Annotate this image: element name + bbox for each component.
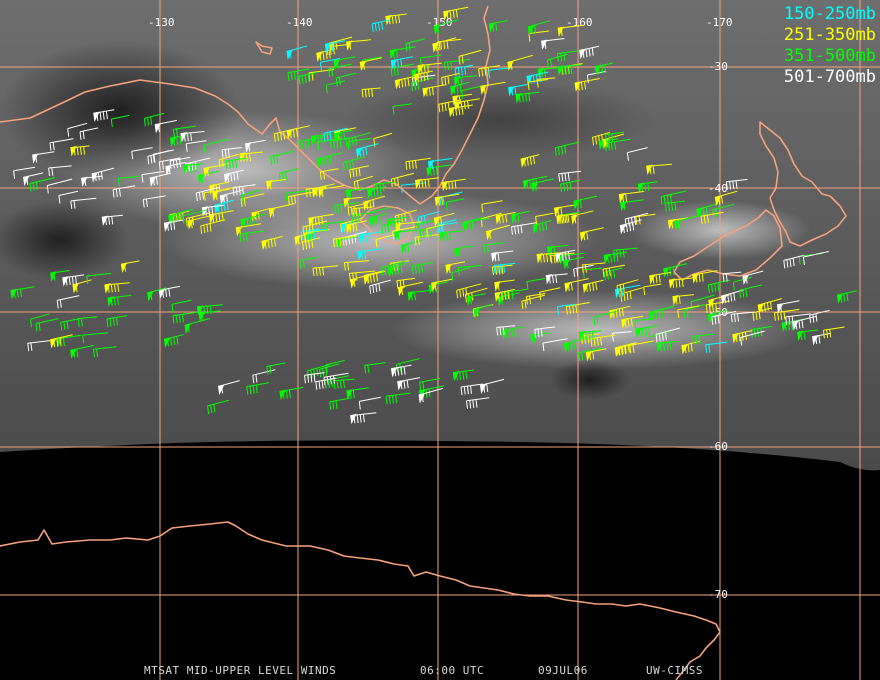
legend-entry: 251-350mb — [783, 25, 876, 45]
observation-time: 06:00 UTC — [420, 664, 485, 677]
lon-label: -130 — [148, 16, 175, 29]
observation-date: 09JUL06 — [538, 664, 588, 677]
satellite-wind-map: -130 -140 -150 -160 -170 -30 -40 -50 -60… — [0, 0, 880, 680]
lat-label: -70 — [708, 588, 728, 601]
product-name: MTSAT MID-UPPER LEVEL WINDS — [144, 664, 337, 677]
pressure-legend: 150-250mb 251-350mb 351-500mb 501-700mb — [784, 4, 876, 88]
lat-label: -30 — [708, 60, 728, 73]
data-source: UW-CIMSS — [646, 664, 703, 677]
legend-entry: 351-500mb — [783, 46, 876, 66]
lon-label: -140 — [286, 16, 313, 29]
lat-label: -60 — [708, 440, 728, 453]
legend-entry: 501-700mb — [783, 67, 876, 87]
image-caption: MTSAT MID-UPPER LEVEL WINDS 06:00 UTC 09… — [0, 664, 880, 678]
lat-label: -40 — [708, 182, 728, 195]
lon-label: -170 — [706, 16, 733, 29]
legend-entry: 150-250mb — [783, 4, 876, 24]
